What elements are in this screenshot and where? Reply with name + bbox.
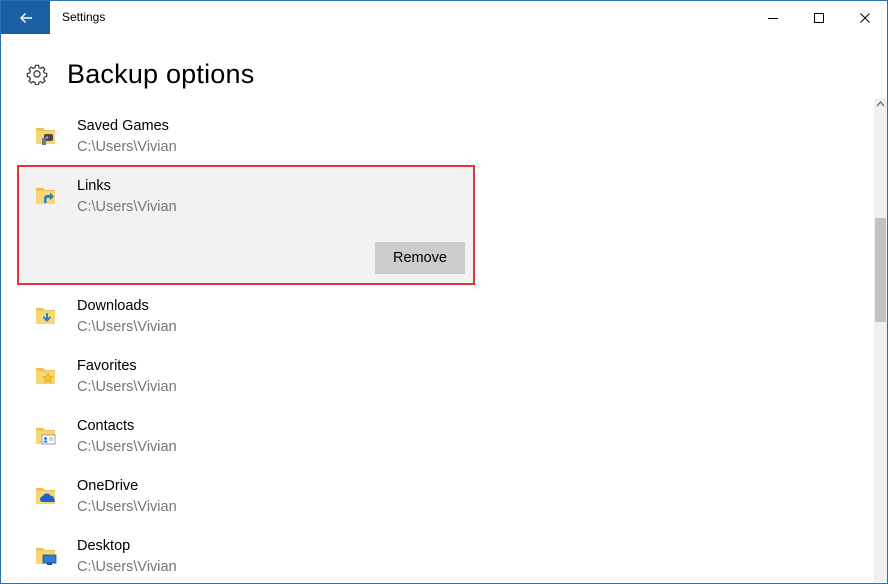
folder-name: Links [77,178,111,194]
vertical-scrollbar[interactable] [874,98,887,582]
links-folder-icon [36,188,55,204]
remove-button[interactable]: Remove [375,242,465,274]
folder-path: C:\Users\Vivian [77,439,177,455]
close-icon [860,12,870,23]
folder-path: C:\Users\Vivian [77,559,177,575]
folder-name: Contacts [77,418,135,434]
window-title: Settings [62,10,106,24]
backup-folder-list: Saved Games C:\Users\Vivian Links C:\Use… [17,105,475,581]
list-item-desktop[interactable]: Desktop C:\Users\Vivian [17,525,475,581]
folder-name: Favorites [77,358,137,374]
folder-name: Saved Games [77,118,169,134]
folder-path: C:\Users\Vivian [77,379,177,395]
maximize-icon [814,12,824,23]
list-item-favorites[interactable]: Favorites C:\Users\Vivian [17,345,475,405]
favorites-folder-icon [36,368,55,384]
page-title: Backup options [67,59,255,89]
maximize-button[interactable] [796,1,842,34]
scrollbar-thumb[interactable] [875,218,886,322]
folder-name: Desktop [77,538,131,554]
title-bar: Settings [1,1,887,34]
folder-path: C:\Users\Vivian [77,139,177,155]
close-button[interactable] [842,1,887,34]
minimize-icon [768,17,778,19]
folder-path: C:\Users\Vivian [77,199,177,215]
downloads-folder-icon [36,308,55,324]
saved-games-folder-icon [36,128,55,145]
back-button[interactable] [1,1,50,34]
list-item-onedrive[interactable]: OneDrive C:\Users\Vivian [17,465,475,525]
list-item-links[interactable]: Links C:\Users\Vivian Remove [17,165,475,285]
folder-name: OneDrive [77,478,139,494]
list-item-downloads[interactable]: Downloads C:\Users\Vivian [17,285,475,345]
gear-icon [26,64,48,85]
folder-path: C:\Users\Vivian [77,319,177,335]
page-header: Backup options [1,53,871,99]
list-item-saved-games[interactable]: Saved Games C:\Users\Vivian [17,105,475,165]
onedrive-folder-icon [36,488,56,504]
desktop-folder-icon [36,548,57,565]
minimize-button[interactable] [750,1,796,34]
folder-path: C:\Users\Vivian [77,499,177,515]
list-item-contacts[interactable]: Contacts C:\Users\Vivian [17,405,475,465]
back-arrow-icon [19,12,32,23]
settings-window: Settings Backup options Saved Games C:\U… [0,0,888,584]
scroll-up-arrow-icon[interactable] [876,100,885,108]
folder-name: Downloads [77,298,149,314]
contacts-folder-icon [36,428,56,445]
